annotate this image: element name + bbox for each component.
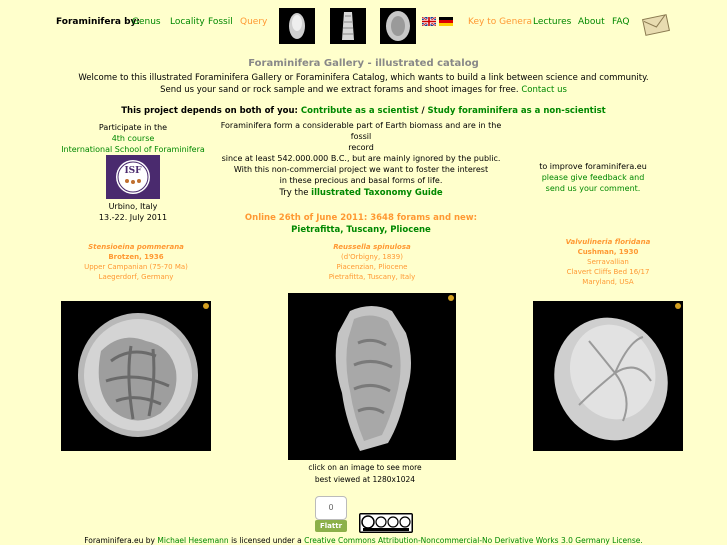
specimen-name-3: Valvulineria floridana <box>565 238 651 246</box>
intro-line-1: Welcome to this illustrated Foraminifera… <box>78 73 649 83</box>
nav-genus-link[interactable]: Genus <box>132 17 161 27</box>
study-non-scientist-link[interactable]: Study foraminifera as a non-scientist <box>428 106 606 116</box>
specimen-locality-2: Pietrafitta, Tuscany, Italy <box>328 273 416 281</box>
flattr-button[interactable]: Flattr <box>315 520 347 532</box>
specimen-image-1[interactable] <box>61 301 211 451</box>
specimen-age-1: Upper Campanian (75-70 Ma) <box>84 263 188 271</box>
uk-flag-icon[interactable] <box>421 16 437 27</box>
about-line-3: since at least 542.000.000 B.C., but are… <box>221 154 501 163</box>
about-line-4: With this non-commercial project we want… <box>233 165 489 174</box>
course-place: Urbino, Italy <box>108 202 158 211</box>
isf-school-logo[interactable]: ISF <box>106 155 160 199</box>
footer-author-link[interactable]: Michael Hesemann <box>157 536 228 545</box>
creative-commons-badge-icon[interactable] <box>359 513 413 533</box>
about-line-5: in these precious and basal forms of lif… <box>279 176 443 185</box>
flattr-count: 0 <box>315 496 347 520</box>
license-footer: Foraminifera.eu by Michael Hesemann is l… <box>0 536 727 545</box>
depends-separator: / <box>421 106 425 116</box>
nav-lectures-link[interactable]: Lectures <box>533 17 571 27</box>
nav-about-link[interactable]: About <box>578 17 605 27</box>
footer-licensed-text: is licensed under a <box>231 536 302 545</box>
nav-fossil-link[interactable]: Fossil <box>208 17 233 27</box>
contribute-scientist-link[interactable]: Contribute as a scientist <box>301 106 419 116</box>
online-news: Online 26th of June 2011: 3648 forams an… <box>216 212 506 236</box>
specimen-age-3: Serravallian <box>587 258 629 266</box>
specimen-age-2: Piacenzian, Pliocene <box>336 263 408 271</box>
course-link[interactable]: 4th course <box>56 133 210 144</box>
about-line-2: record <box>348 143 374 152</box>
specimen-image-3[interactable] <box>533 301 683 451</box>
about-text: Foraminifera form a considerable part of… <box>216 120 506 186</box>
specimen-caption-2: Reussella spinulosa (d'Orbigny, 1839) Pi… <box>297 242 447 282</box>
footer-site: Foraminifera.eu by <box>84 536 155 545</box>
nav-thumb-foram-1[interactable] <box>279 8 315 44</box>
new-locality-link[interactable]: Pietrafitta, Tuscany, Pliocene <box>216 224 506 236</box>
school-link[interactable]: International School of Foraminifera <box>56 144 210 155</box>
online-count-text: Online 26th of June 2011: 3648 forams an… <box>244 213 478 223</box>
depends-text: This project depends on both of you: <box>121 106 298 116</box>
specimen-locality-1: Laegerdorf, Germany <box>98 273 174 281</box>
intro-text: Welcome to this illustrated Foraminifera… <box>0 72 727 96</box>
taxonomy-guide-line: Try the illustrated Taxonomy Guide <box>216 188 506 198</box>
specimen-author-2: (d'Orbigny, 1839) <box>341 253 403 261</box>
course-location: Urbino, Italy 13.-22. July 2011 <box>56 201 210 223</box>
feedback-info: to improve foraminifera.eu please give f… <box>530 161 656 194</box>
specimen-locality-3: Maryland, USA <box>582 278 634 286</box>
envelope-logo-icon[interactable] <box>641 9 671 39</box>
intro-line-2: Send us your sand or rock sample and we … <box>0 84 727 96</box>
taxonomy-guide-link[interactable]: illustrated Taxonomy Guide <box>311 188 443 198</box>
nav-faq-link[interactable]: FAQ <box>612 17 629 27</box>
course-dates: 13.-22. July 2011 <box>98 213 168 222</box>
feedback-link[interactable]: please give feedback and <box>530 172 656 183</box>
specimen-caption-1: Stensioeina pommerana Brotzen, 1936 Uppe… <box>61 242 211 282</box>
svg-text:ISF: ISF <box>124 166 142 176</box>
intro-line-2-text: Send us your sand or rock sample and we … <box>160 85 519 95</box>
nav-thumb-foram-3[interactable] <box>380 8 416 44</box>
about-line-1: Foraminifera form a considerable part of… <box>220 121 502 141</box>
specimen-image-2[interactable] <box>288 293 456 460</box>
footer-license-link[interactable]: Creative Commons Attribution-Noncommerci… <box>304 536 643 545</box>
specimen-name-1: Stensioeina pommerana <box>88 243 184 251</box>
specimen-caption-3: Valvulineria floridana Cushman, 1930 Ser… <box>533 237 683 287</box>
specimen-bed-3: Clavert Cliffs Bed 16/17 <box>566 268 650 276</box>
comment-link[interactable]: send us your comment. <box>530 183 656 194</box>
course-info: Participate in the 4th course Internatio… <box>56 122 210 155</box>
contact-us-link[interactable]: Contact us <box>521 85 567 95</box>
best-viewed-note: best viewed at 1280x1024 <box>314 475 416 484</box>
nav-brand: Foraminifera by: <box>56 17 141 27</box>
page-title: Foraminifera Gallery - illustrated catal… <box>248 58 479 69</box>
nav-query-link[interactable]: Query <box>240 17 267 27</box>
participate-text: Participate in the <box>98 123 168 132</box>
specimen-name-2: Reussella spinulosa <box>333 243 411 251</box>
depends-line: This project depends on both of you: Con… <box>0 106 727 116</box>
image-hints: click on an image to see more best viewe… <box>240 462 490 486</box>
german-flag-icon[interactable] <box>439 17 453 26</box>
feedback-line-1: to improve foraminifera.eu <box>539 162 647 171</box>
specimen-author-1: Brotzen, 1936 <box>108 253 164 261</box>
try-text: Try the <box>279 188 309 198</box>
nav-thumb-foram-2[interactable] <box>330 8 366 44</box>
specimen-author-3: Cushman, 1930 <box>577 248 639 256</box>
click-hint: click on an image to see more <box>308 463 422 472</box>
nav-key-to-genera-link[interactable]: Key to Genera <box>468 17 532 27</box>
nav-locality-link[interactable]: Locality <box>170 17 205 27</box>
